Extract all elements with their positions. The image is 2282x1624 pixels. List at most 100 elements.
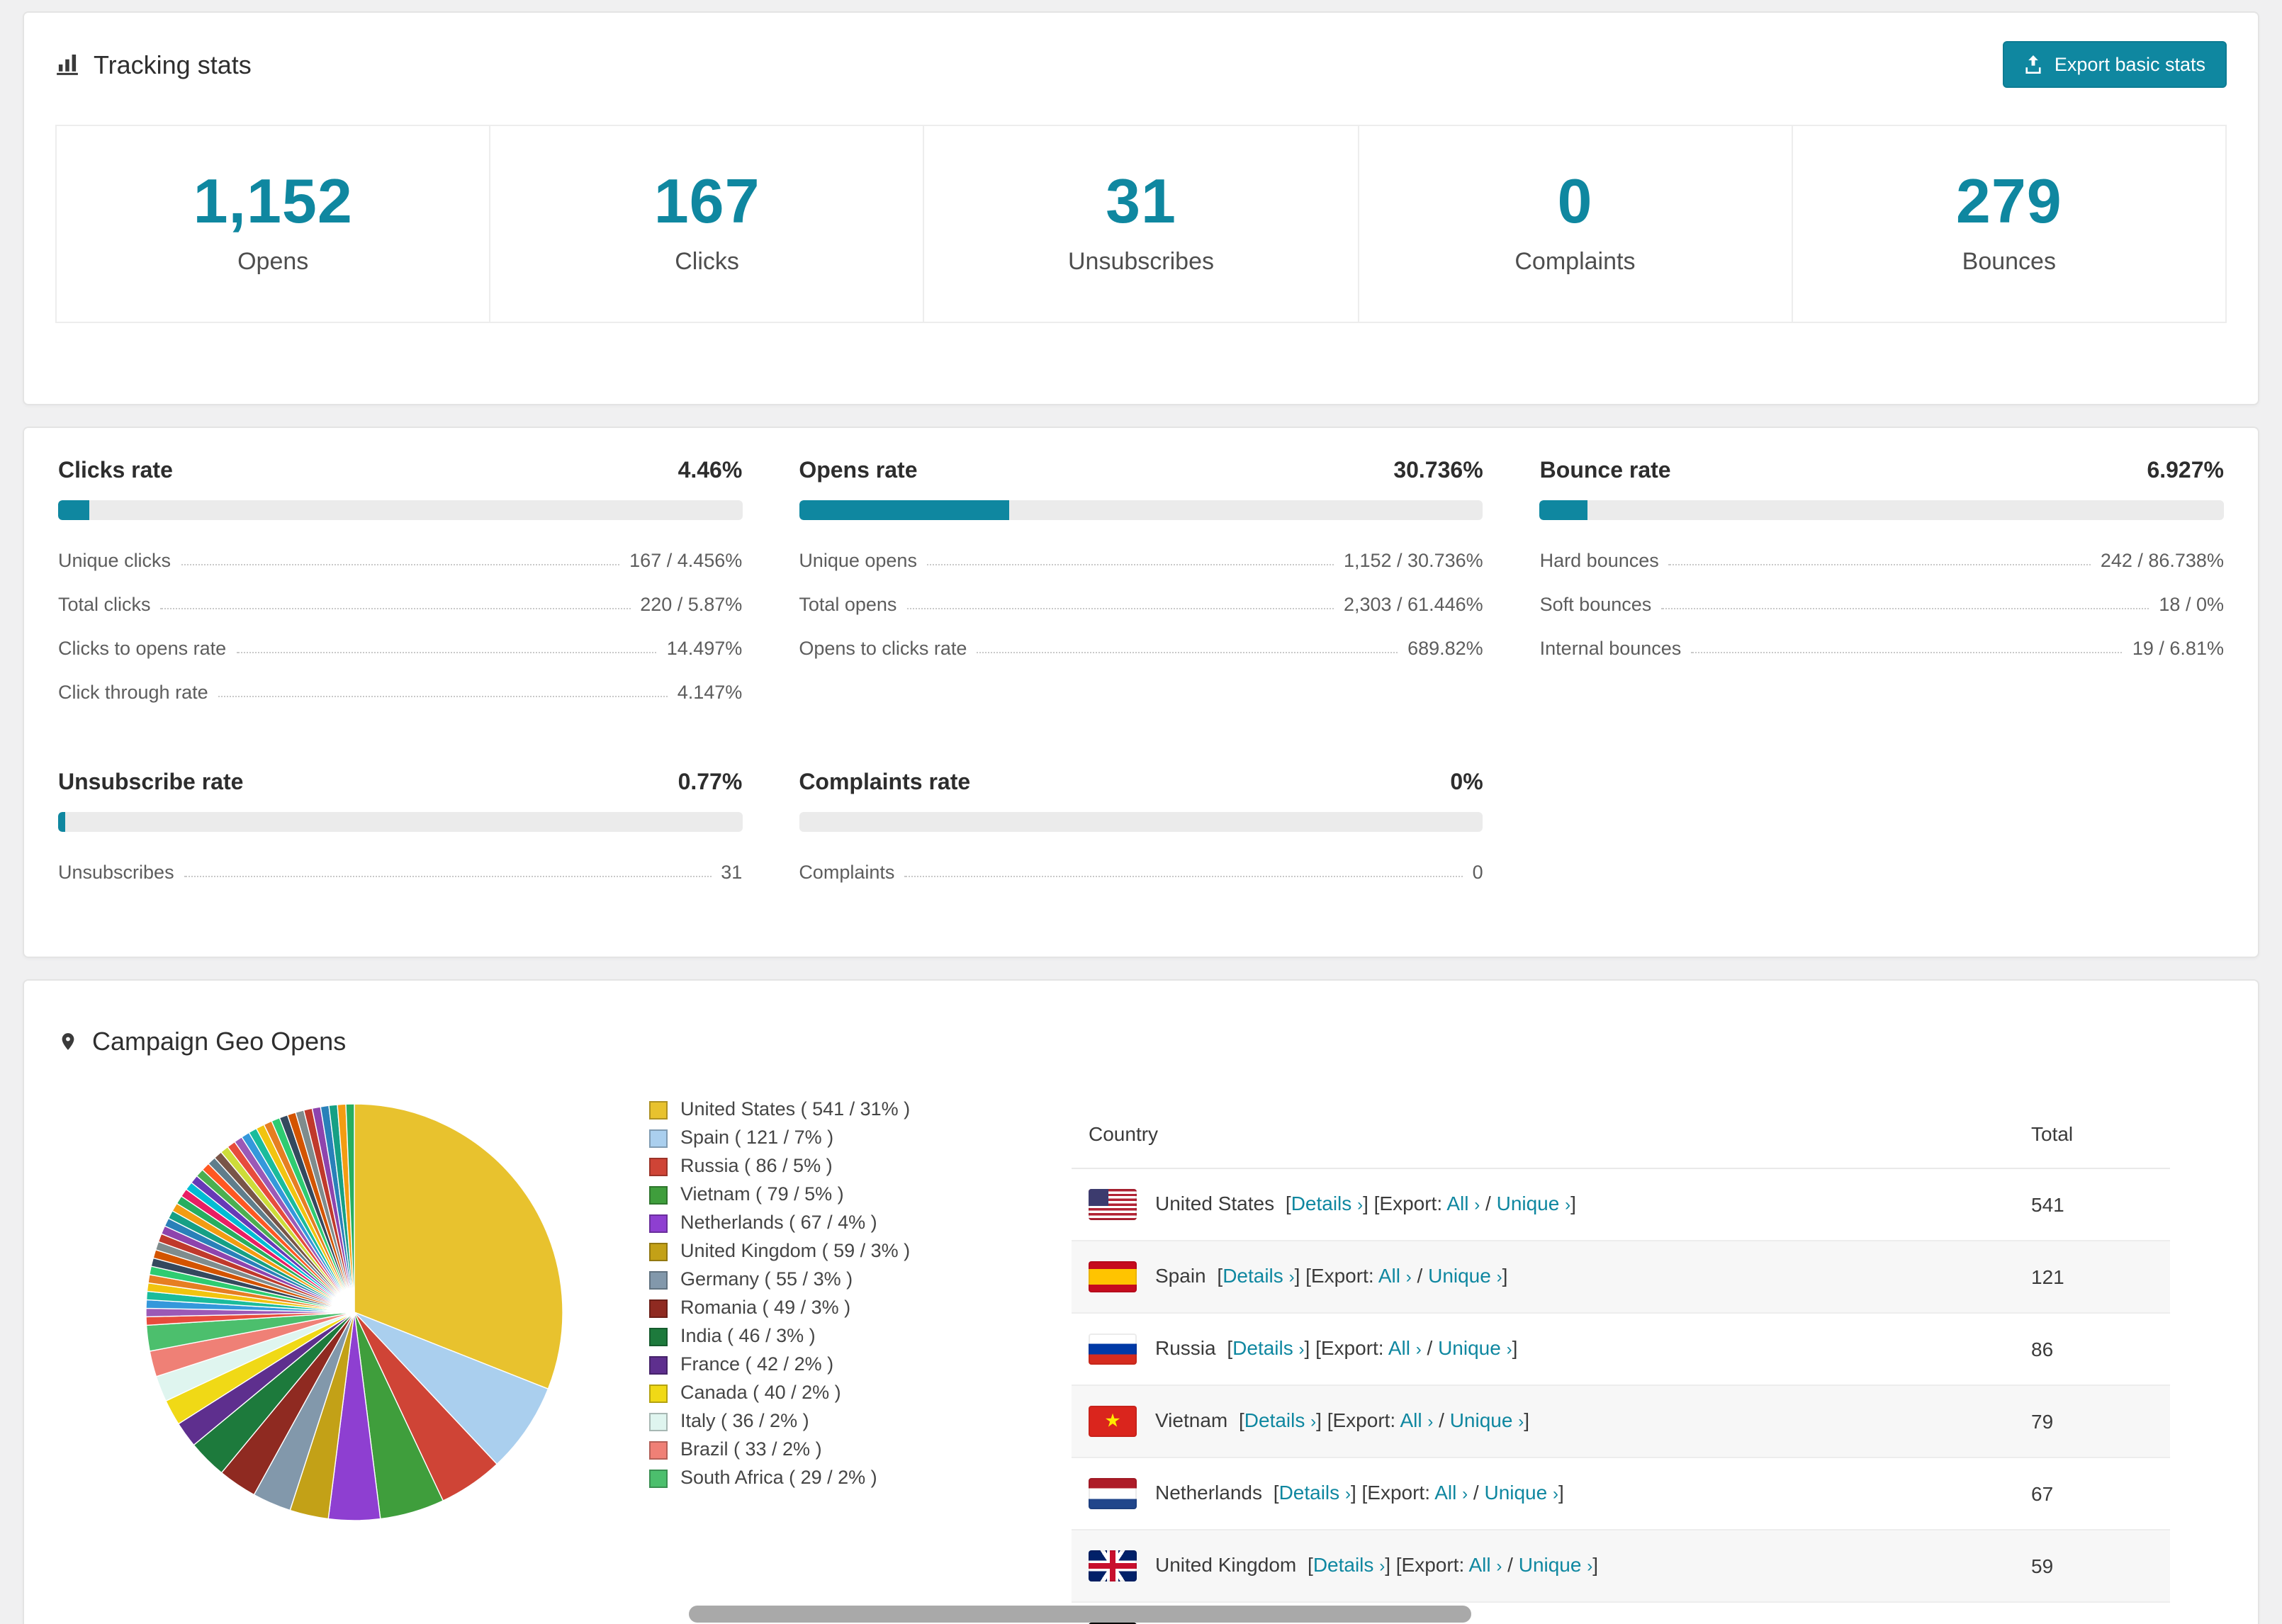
dotted-leader bbox=[1691, 652, 2123, 653]
rate-row: Total clicks 220 / 5.87% bbox=[58, 594, 742, 615]
rate-row-value: 19 / 6.81% bbox=[2132, 638, 2224, 659]
details-link[interactable]: Details › bbox=[1232, 1336, 1304, 1358]
rate-row-label: Unique opens bbox=[799, 550, 917, 571]
chevron-right-icon: › bbox=[1587, 1555, 1593, 1576]
stat-label: Bounces bbox=[1962, 248, 2056, 275]
rate-card-header: Opens rate 30.736% bbox=[799, 459, 1483, 485]
export-all-link[interactable]: All › bbox=[1434, 1480, 1468, 1503]
legend-item: Netherlands ( 67 / 4% ) bbox=[649, 1212, 1029, 1233]
stat-value: 279 bbox=[1955, 167, 2062, 237]
country-cell: Spain [Details ›] [Export: All › / Uniqu… bbox=[1072, 1241, 2014, 1314]
legend-label: Brazil ( 33 / 2% ) bbox=[680, 1438, 822, 1460]
export-unique-link[interactable]: Unique › bbox=[1428, 1263, 1502, 1286]
rate-row-value: 4.147% bbox=[677, 682, 743, 703]
export-unique-link[interactable]: Unique › bbox=[1484, 1480, 1558, 1503]
stat-label: Clicks bbox=[675, 248, 739, 275]
country-cell: Vietnam [Details ›] [Export: All › / Uni… bbox=[1072, 1385, 2014, 1458]
country-name: Spain bbox=[1155, 1263, 1206, 1287]
export-unique-link[interactable]: Unique › bbox=[1438, 1336, 1512, 1358]
flag-icon-us bbox=[1089, 1189, 1137, 1220]
country-total: 55 bbox=[2014, 1602, 2170, 1624]
details-link[interactable]: Details › bbox=[1313, 1552, 1385, 1575]
dotted-leader bbox=[906, 608, 1334, 609]
tracking-stats-header: Tracking stats Export basic stats bbox=[55, 41, 2227, 88]
stat-clicks: 167 Clicks bbox=[489, 125, 925, 323]
export-all-link[interactable]: All › bbox=[1378, 1263, 1412, 1286]
rate-row-value: 0 bbox=[1472, 862, 1483, 883]
rate-title: Opens rate bbox=[799, 459, 918, 483]
export-all-link[interactable]: All › bbox=[1446, 1191, 1480, 1214]
legend-swatch bbox=[649, 1412, 668, 1431]
export-unique-link[interactable]: Unique › bbox=[1497, 1191, 1571, 1214]
rate-row-label: Soft bounces bbox=[1539, 594, 1652, 615]
export-all-link[interactable]: All › bbox=[1468, 1552, 1502, 1575]
legend-swatch bbox=[649, 1185, 668, 1204]
legend-label: Vietnam ( 79 / 5% ) bbox=[680, 1183, 844, 1205]
legend-swatch bbox=[649, 1384, 668, 1402]
flag-icon-gb bbox=[1089, 1550, 1137, 1581]
legend-item: Brazil ( 33 / 2% ) bbox=[649, 1438, 1029, 1460]
stat-bounces: 279 Bounces bbox=[1791, 125, 2227, 323]
dotted-leader bbox=[1661, 608, 2149, 609]
country-links: [Details ›] [Export: All › / Unique ›] bbox=[1217, 1263, 1508, 1287]
dotted-leader bbox=[218, 696, 668, 697]
legend-item: Vietnam ( 79 / 5% ) bbox=[649, 1183, 1029, 1205]
export-all-link[interactable]: All › bbox=[1400, 1408, 1433, 1431]
country-links: [Details ›] [Export: All › / Unique ›] bbox=[1308, 1552, 1599, 1576]
flag-icon-nl bbox=[1089, 1478, 1137, 1509]
flag-icon-ru bbox=[1089, 1333, 1137, 1365]
rate-card-header: Unsubscribe rate 0.77% bbox=[58, 771, 742, 796]
rate-row-label: Click through rate bbox=[58, 682, 208, 703]
horizontal-scrollbar-thumb[interactable] bbox=[689, 1606, 1471, 1623]
details-link[interactable]: Details › bbox=[1244, 1408, 1316, 1431]
stat-label: Unsubscribes bbox=[1068, 248, 1214, 275]
export-all-link[interactable]: All › bbox=[1388, 1336, 1422, 1358]
rate-title: Bounce rate bbox=[1539, 459, 1671, 483]
chevron-right-icon: › bbox=[1310, 1411, 1317, 1431]
rate-row: Opens to clicks rate 689.82% bbox=[799, 638, 1483, 659]
stat-value: 0 bbox=[1557, 167, 1593, 237]
legend-swatch bbox=[649, 1242, 668, 1261]
chevron-right-icon: › bbox=[1565, 1194, 1571, 1214]
tracking-stats-title: Tracking stats bbox=[94, 50, 252, 79]
stat-opens: 1,152 Opens bbox=[55, 125, 491, 323]
rate-title: Complaints rate bbox=[799, 771, 971, 795]
export-basic-stats-button[interactable]: Export basic stats bbox=[2003, 41, 2227, 88]
legend-label: France ( 42 / 2% ) bbox=[680, 1353, 834, 1375]
legend-item: United States ( 541 / 31% ) bbox=[649, 1099, 1029, 1120]
flag-icon-es bbox=[1089, 1261, 1137, 1292]
rate-row: Unsubscribes 31 bbox=[58, 862, 742, 883]
export-unique-link[interactable]: Unique › bbox=[1450, 1408, 1524, 1431]
geo-opens-title: Campaign Geo Opens bbox=[92, 1027, 347, 1056]
chevron-right-icon: › bbox=[1298, 1338, 1305, 1359]
legend-label: India ( 46 / 3% ) bbox=[680, 1325, 816, 1346]
table-row-united-kingdom: United Kingdom [Details ›] [Export: All … bbox=[1072, 1530, 2170, 1603]
progress-bar bbox=[1539, 500, 2224, 520]
dotted-leader bbox=[977, 652, 1398, 653]
rate-row: Complaints 0 bbox=[799, 862, 1483, 883]
chevron-right-icon: › bbox=[1462, 1483, 1468, 1504]
chevron-right-icon: › bbox=[1427, 1411, 1434, 1431]
table-row-united-states: United States [Details ›] [Export: All ›… bbox=[1072, 1168, 2170, 1241]
export-unique-link[interactable]: Unique › bbox=[1519, 1552, 1593, 1575]
country-total: 86 bbox=[2014, 1313, 2170, 1386]
details-link[interactable]: Details › bbox=[1222, 1263, 1294, 1286]
details-link[interactable]: Details › bbox=[1279, 1480, 1351, 1503]
progress-bar bbox=[799, 500, 1483, 520]
legend-item: South Africa ( 29 / 2% ) bbox=[649, 1467, 1029, 1488]
stat-unsubscribes: 31 Unsubscribes bbox=[923, 125, 1359, 323]
stats-row: 1,152 Opens 167 Clicks 31 Unsubscribes 0… bbox=[55, 125, 2227, 323]
chevron-right-icon: › bbox=[1415, 1338, 1422, 1359]
chevron-right-icon: › bbox=[1496, 1266, 1502, 1287]
details-link[interactable]: Details › bbox=[1291, 1191, 1363, 1214]
geo-content: United States ( 541 / 31% ) Spain ( 121 … bbox=[58, 1099, 2224, 1624]
rate-row-label: Hard bounces bbox=[1539, 550, 1659, 571]
dotted-leader bbox=[184, 876, 712, 877]
legend-swatch bbox=[649, 1214, 668, 1232]
rate-percent: 6.927% bbox=[2147, 459, 2224, 483]
legend-swatch bbox=[649, 1355, 668, 1374]
chevron-right-icon: › bbox=[1357, 1194, 1364, 1214]
geo-pie-chart bbox=[145, 1103, 563, 1521]
rates-card: Clicks rate 4.46% Unique clicks 167 / 4.… bbox=[23, 427, 2259, 958]
legend-item: United Kingdom ( 59 / 3% ) bbox=[649, 1241, 1029, 1261]
